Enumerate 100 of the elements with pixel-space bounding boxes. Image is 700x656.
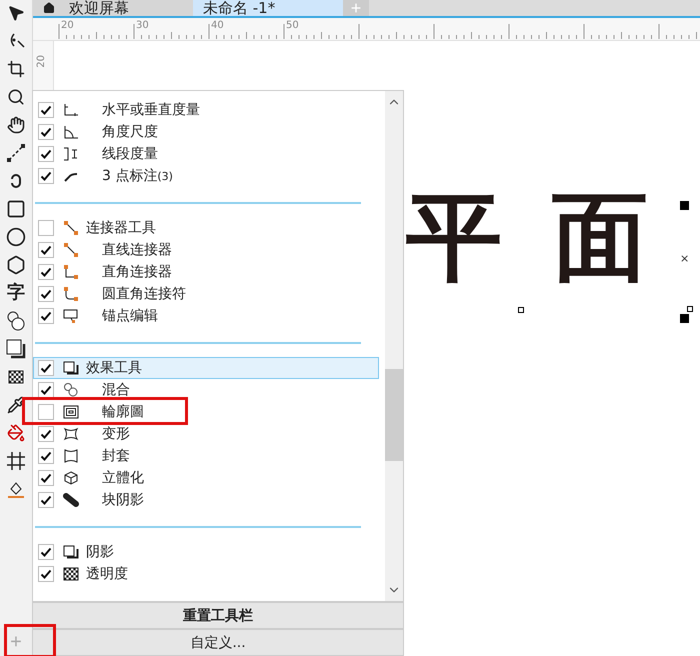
pill-icon [62, 492, 80, 508]
checkbox[interactable] [38, 286, 54, 302]
blend-icon [62, 382, 80, 398]
checkbox[interactable] [38, 426, 54, 442]
tool-label: 效果工具 [86, 359, 142, 377]
checkbox[interactable] [38, 360, 54, 376]
artistic-text: 平 [406, 189, 502, 285]
angle-icon [62, 124, 80, 140]
ellipse-tool-icon[interactable] [4, 226, 28, 248]
text-tool[interactable]: 字 [7, 282, 25, 304]
tool-list-item[interactable]: 效果工具 [33, 357, 379, 379]
ruler-number: 40 [211, 20, 224, 31]
checkbox[interactable] [38, 544, 54, 560]
tool-list-item[interactable]: 直角连接器 [33, 261, 379, 283]
tool-list-item[interactable]: 连接器工具 [33, 217, 379, 239]
shadow-tool-icon[interactable] [4, 338, 28, 360]
selection-handle[interactable] [680, 201, 689, 210]
tool-list-item[interactable]: 透明度 [33, 563, 379, 585]
shadow-square-icon [62, 360, 80, 376]
check-icon [40, 310, 52, 322]
check-icon [40, 546, 52, 558]
line-tool-icon[interactable] [4, 142, 28, 164]
contour-icon [62, 404, 80, 420]
checkerboard-icon [62, 566, 80, 582]
anchor-edit-icon [62, 308, 80, 324]
check-icon [40, 384, 52, 396]
ruler-number: 20 [36, 55, 47, 68]
tool-label: 圆直角连接符 [102, 285, 186, 303]
ruler-icon [62, 102, 80, 118]
checkbox[interactable] [38, 168, 54, 184]
tool-label: 锚点编辑 [102, 307, 158, 325]
smart-fill-icon[interactable] [4, 450, 28, 472]
checkbox[interactable] [38, 404, 54, 420]
checkbox[interactable] [38, 492, 54, 508]
tool-list-item[interactable]: 块阴影 [33, 489, 379, 511]
check-icon [40, 472, 52, 484]
tab-label: 未命名 -1* [203, 1, 276, 15]
checkbox[interactable] [38, 382, 54, 398]
checkbox[interactable] [38, 102, 54, 118]
distort-icon [62, 426, 80, 442]
document-tab[interactable]: 未命名 -1* [193, 0, 343, 16]
tool-list-item[interactable]: 封套 [33, 445, 379, 467]
tool-list-item[interactable]: 水平或垂直度量 [33, 99, 379, 121]
selection-handle[interactable] [518, 307, 524, 313]
tool-label: 变形 [102, 425, 130, 443]
tool-list-item[interactable]: 阴影 [33, 541, 379, 563]
customize-button[interactable]: 自定义... [33, 628, 403, 655]
ruler-number: 50 [286, 20, 299, 31]
tool-list-item[interactable]: 变形 [33, 423, 379, 445]
tool-list-item[interactable]: 圆直角连接符 [33, 283, 379, 305]
tool-list-item[interactable]: 锚点编辑 [33, 305, 379, 327]
highlight-frame [4, 624, 56, 656]
scrollbar[interactable] [385, 91, 403, 601]
tool-label: 水平或垂直度量 [102, 101, 200, 119]
check-icon [40, 568, 52, 580]
tool-list-item[interactable]: 角度尺度 [33, 121, 379, 143]
check-icon [40, 494, 52, 506]
connector-icon [62, 220, 80, 236]
checkbox[interactable] [38, 448, 54, 464]
document-tab[interactable]: 欢迎屏幕 [33, 0, 193, 16]
elbow-connector-icon [62, 264, 80, 280]
home-icon [43, 2, 55, 14]
cube-icon [62, 470, 80, 486]
checkbox[interactable] [38, 124, 54, 140]
check-icon [40, 266, 52, 278]
tool-label: 封套 [102, 447, 130, 465]
tool-list-item[interactable]: 輪廓圖 [33, 401, 379, 423]
tool-list-item[interactable]: 直线连接器 [33, 239, 379, 261]
shadow-square-icon [62, 544, 80, 560]
tool-label: 透明度 [86, 565, 128, 583]
check-icon [40, 288, 52, 300]
check-icon [40, 362, 52, 374]
checkbox[interactable] [38, 264, 54, 280]
tool-label: 角度尺度 [102, 123, 158, 141]
checkbox[interactable] [38, 566, 54, 582]
tool-list-item[interactable]: 混合 [33, 379, 379, 401]
connector-icon [62, 242, 80, 258]
tool-list-item[interactable]: 线段度量 [33, 143, 379, 165]
tab-label: 欢迎屏幕 [69, 1, 129, 15]
scrollbar-thumb[interactable] [385, 369, 403, 461]
checkbox[interactable] [38, 470, 54, 486]
checkbox[interactable] [38, 242, 54, 258]
check-icon [40, 104, 52, 116]
tool-label: 3 点标注(3) [102, 167, 173, 185]
check-icon [40, 244, 52, 256]
tool-label: 直线连接器 [102, 241, 172, 259]
checkbox[interactable] [38, 220, 54, 236]
center-mark: × [680, 252, 690, 265]
checkbox[interactable] [38, 146, 54, 162]
checkbox[interactable] [38, 308, 54, 324]
reset-toolbar-button[interactable]: 重置工具栏 [33, 601, 403, 628]
envelope-icon [62, 448, 80, 464]
tool-label: 块阴影 [102, 491, 144, 509]
tool-label: 直角连接器 [102, 263, 172, 281]
tool-label: 立體化 [102, 469, 144, 487]
tool-label: 輪廓圖 [102, 403, 144, 421]
tool-list-item[interactable]: 3 点标注(3) [33, 165, 379, 187]
tool-label: 混合 [102, 381, 130, 399]
tool-label: 阴影 [86, 543, 114, 561]
tool-list-item[interactable]: 立體化 [33, 467, 379, 489]
